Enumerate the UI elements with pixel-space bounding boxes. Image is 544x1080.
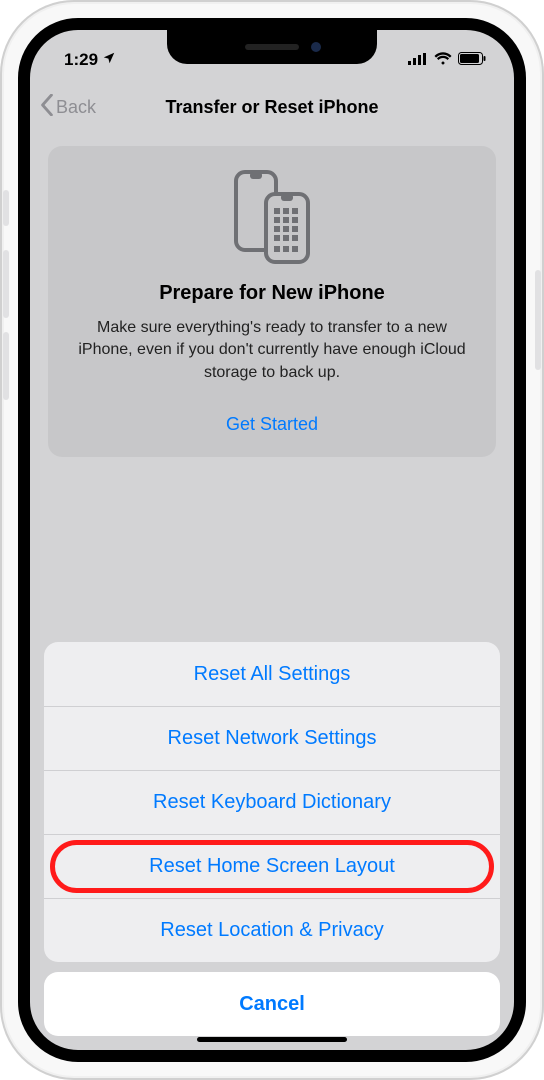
back-button[interactable]: Back xyxy=(40,94,96,121)
content-area: Prepare for New iPhone Make sure everyth… xyxy=(30,130,514,457)
notch xyxy=(167,30,377,64)
reset-home-screen-layout-button[interactable]: Reset Home Screen Layout xyxy=(44,834,500,898)
navigation-bar: Back Transfer or Reset iPhone xyxy=(30,84,514,130)
sheet-item-label: Reset All Settings xyxy=(194,663,351,686)
back-label: Back xyxy=(56,97,96,118)
cancel-button[interactable]: Cancel xyxy=(44,972,500,1036)
side-button xyxy=(535,270,541,370)
cellular-signal-icon xyxy=(408,50,428,70)
reset-network-settings-button[interactable]: Reset Network Settings xyxy=(44,706,500,770)
sheet-item-label: Reset Location & Privacy xyxy=(160,919,383,942)
status-time: 1:29 xyxy=(64,50,98,70)
chevron-left-icon xyxy=(40,94,54,121)
wifi-icon xyxy=(434,50,452,70)
phone-frame: 1:29 xyxy=(0,0,544,1080)
page-title: Transfer or Reset iPhone xyxy=(30,97,514,118)
reset-all-settings-button[interactable]: Reset All Settings xyxy=(44,642,500,706)
phone-transfer-icon xyxy=(68,168,476,266)
card-description: Make sure everything's ready to transfer… xyxy=(68,317,476,384)
card-title: Prepare for New iPhone xyxy=(68,282,476,305)
reset-options-list: Reset All Settings Reset Network Setting… xyxy=(44,642,500,962)
mute-switch xyxy=(3,190,9,226)
reset-location-privacy-button[interactable]: Reset Location & Privacy xyxy=(44,898,500,962)
location-arrow-icon xyxy=(102,50,116,70)
screen: 1:29 xyxy=(18,18,526,1062)
volume-down-button xyxy=(3,332,9,400)
action-sheet: Reset All Settings Reset Network Setting… xyxy=(30,642,514,1050)
sheet-item-label: Reset Keyboard Dictionary xyxy=(153,791,391,814)
volume-up-button xyxy=(3,250,9,318)
sheet-item-label: Reset Home Screen Layout xyxy=(149,855,395,878)
reset-keyboard-dictionary-button[interactable]: Reset Keyboard Dictionary xyxy=(44,770,500,834)
sheet-item-label: Reset Network Settings xyxy=(168,727,377,750)
battery-icon xyxy=(458,50,486,70)
cancel-label: Cancel xyxy=(239,993,305,1016)
get-started-button[interactable]: Get Started xyxy=(68,414,476,435)
home-indicator[interactable] xyxy=(197,1037,347,1042)
prepare-card: Prepare for New iPhone Make sure everyth… xyxy=(48,146,496,457)
